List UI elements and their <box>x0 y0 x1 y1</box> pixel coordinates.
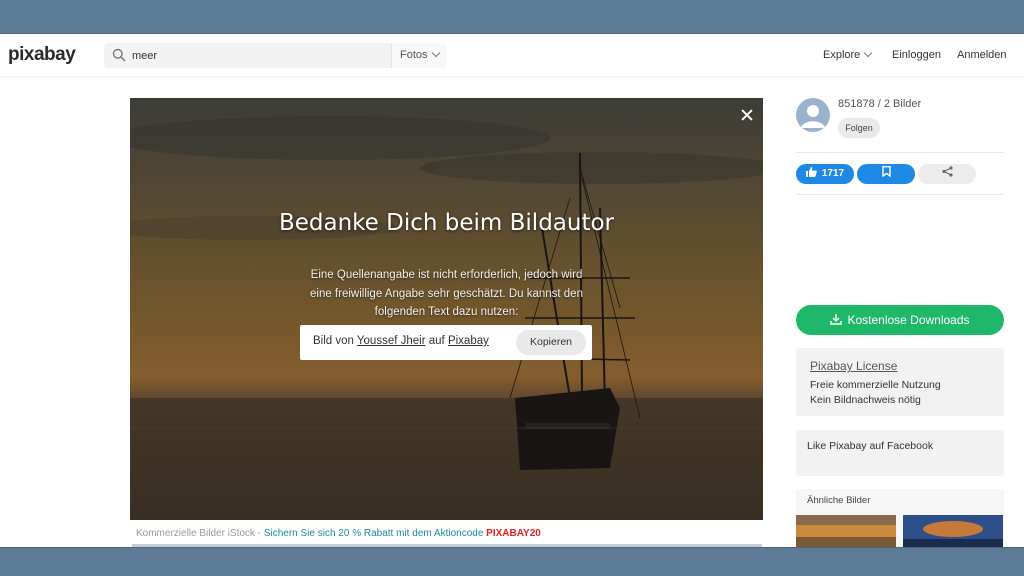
free-download-button[interactable]: Kostenlose Downloads <box>796 305 1004 335</box>
license-link[interactable]: Pixabay License <box>810 359 897 373</box>
search-type-label: Fotos <box>400 49 428 61</box>
attribution-prefix: Bild von <box>313 335 354 347</box>
copy-button[interactable]: Kopieren <box>516 330 586 355</box>
attribution-middle: auf <box>428 335 445 347</box>
similar-image-thumb[interactable] <box>796 515 896 547</box>
nav-explore[interactable]: Explore <box>823 48 873 61</box>
search-bar: Fotos <box>104 43 447 68</box>
user-name[interactable]: 851878 / 2 Bilder <box>838 98 921 110</box>
nav-signup[interactable]: Anmelden <box>957 49 1007 61</box>
nav-explore-label: Explore <box>823 49 861 61</box>
search-input[interactable] <box>132 46 382 65</box>
author-link[interactable]: Youssef Jheir <box>357 335 426 347</box>
divider <box>796 152 1004 153</box>
bookmark-button[interactable] <box>857 164 915 184</box>
modal-description: Eine Quellenangabe ist nicht erforderlic… <box>310 269 583 318</box>
chevron-down-icon <box>431 48 440 58</box>
facebook-box: Like Pixabay auf Facebook <box>796 430 1004 476</box>
share-icon <box>941 166 953 177</box>
attribution-text[interactable]: Bild von Youssef Jheir auf Pixabay <box>313 335 489 347</box>
license-box: Pixabay License Freie kommerzielle Nutzu… <box>796 348 1004 416</box>
bookmark-icon <box>881 166 891 178</box>
similar-images-title: Ähnliche Bilder <box>807 495 871 506</box>
download-icon <box>830 314 843 325</box>
share-button[interactable] <box>918 164 976 184</box>
close-icon[interactable] <box>739 108 755 124</box>
chevron-down-icon <box>864 48 873 58</box>
similar-images-box: Ähnliche Bilder <box>796 489 1004 547</box>
user-avatar-icon[interactable] <box>796 98 830 132</box>
promo-code: PIXABAY20 <box>486 528 541 539</box>
search-icon[interactable] <box>112 48 126 62</box>
site-header: pixabay Fotos Explore Einloggen Anmelden <box>0 34 1024 76</box>
promo-offer[interactable]: Sichern Sie sich 20 % Rabatt mit dem Akt… <box>264 528 484 539</box>
window-frame-bottom <box>0 547 1024 576</box>
license-line-commercial: Freie kommerzielle Nutzung <box>810 379 941 391</box>
nav-login[interactable]: Einloggen <box>892 49 941 61</box>
promo-prefix: Kommerzielle Bilder iStock - <box>136 528 262 539</box>
similar-image-thumb[interactable] <box>903 515 1003 547</box>
like-button[interactable]: 1717 <box>796 164 854 184</box>
follow-button[interactable]: Folgen <box>838 118 880 138</box>
window-frame-top <box>0 0 1024 34</box>
attribution-box: Bild von Youssef Jheir auf Pixabay Kopie… <box>300 325 592 360</box>
facebook-like-text[interactable]: Like Pixabay auf Facebook <box>807 440 933 452</box>
download-label: Kostenlose Downloads <box>847 313 970 327</box>
modal-title: Bedanke Dich beim Bildautor <box>278 210 615 236</box>
istock-promo[interactable]: Kommerzielle Bilder iStock - Sichern Sie… <box>136 528 541 539</box>
divider <box>796 194 1004 195</box>
pixabay-link[interactable]: Pixabay <box>448 335 489 347</box>
license-line-attribution: Kein Bildnachweis nötig <box>810 394 921 406</box>
search-type-dropdown[interactable]: Fotos <box>391 43 447 68</box>
photo-with-attribution-modal: Bedanke Dich beim Bildautor Eine Quellen… <box>130 98 763 520</box>
thumbs-up-icon <box>805 167 817 177</box>
pixabay-logo[interactable]: pixabay <box>8 44 76 66</box>
like-count: 1717 <box>821 168 845 179</box>
